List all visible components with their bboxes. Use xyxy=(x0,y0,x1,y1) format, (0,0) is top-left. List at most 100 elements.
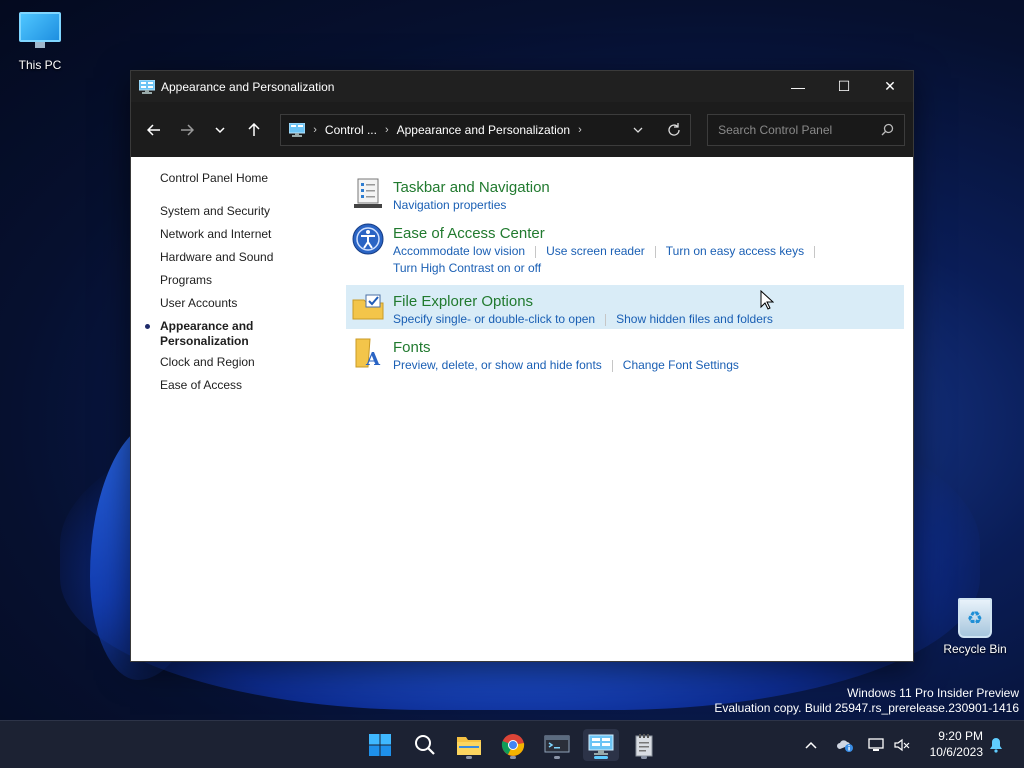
show-hidden-icons-button[interactable] xyxy=(804,721,818,768)
category-links: Accommodate low vision Use screen reader T… xyxy=(393,243,904,277)
clock-date: 10/6/2023 xyxy=(929,745,983,759)
start-icon xyxy=(369,734,391,756)
refresh-icon[interactable] xyxy=(666,122,682,138)
running-indicator xyxy=(466,756,472,759)
evaluation-watermark: Windows 11 Pro Insider Preview Evaluatio… xyxy=(714,686,1019,716)
taskbar-file-explorer[interactable] xyxy=(453,729,485,761)
search-placeholder: Search Control Panel xyxy=(718,122,833,137)
tray-volume[interactable] xyxy=(894,721,910,768)
high-contrast-link[interactable]: Turn High Contrast on or off xyxy=(393,260,541,277)
nav-appearance-personalization[interactable]: Appearance and Personalization xyxy=(145,319,270,349)
nav-system-security[interactable]: System and Security xyxy=(160,204,340,219)
breadcrumb-separator: › xyxy=(313,123,317,136)
active-indicator xyxy=(594,756,608,759)
up-button[interactable] xyxy=(239,115,268,145)
category-title[interactable]: File Explorer Options xyxy=(393,285,904,311)
preview-fonts-link[interactable]: Preview, delete, or show and hide fonts xyxy=(393,357,602,374)
category-links: Specify single- or double-click to open S… xyxy=(393,311,904,328)
taskbar-control-panel[interactable] xyxy=(583,729,619,761)
nav-hardware-sound[interactable]: Hardware and Sound xyxy=(160,250,340,265)
category-title[interactable]: Taskbar and Navigation xyxy=(393,171,904,197)
control-panel-window: Appearance and Personalization — ☐ ✕ › C… xyxy=(130,70,914,662)
category-title[interactable]: Ease of Access Center xyxy=(393,217,904,243)
chevron-down-icon xyxy=(215,126,225,133)
recent-locations-button[interactable] xyxy=(206,115,235,145)
nav-ease-of-access[interactable]: Ease of Access xyxy=(160,378,340,393)
maximize-button[interactable]: ☐ xyxy=(821,71,867,102)
bell-icon xyxy=(990,738,1002,753)
chevron-up-icon xyxy=(805,741,817,749)
navigation-bar: › Control ... › Appearance and Personali… xyxy=(131,102,913,157)
breadcrumb-control-panel[interactable]: Control ... xyxy=(325,123,377,137)
taskbar-chrome[interactable] xyxy=(497,729,529,761)
desktop-icon-label: Recycle Bin xyxy=(943,642,1007,656)
window-title: Appearance and Personalization xyxy=(161,79,335,94)
category-links: Preview, delete, or show and hide fonts C… xyxy=(393,357,904,374)
tray-network[interactable] xyxy=(868,721,886,768)
desktop-icon-recycle-bin[interactable]: ♻ Recycle Bin xyxy=(935,598,1015,656)
back-arrow-icon xyxy=(146,123,160,136)
left-navigation: Control Panel Home System and Security N… xyxy=(145,171,340,401)
search-icon[interactable] xyxy=(881,123,894,136)
nav-user-accounts[interactable]: User Accounts xyxy=(160,296,340,311)
use-screen-reader-link[interactable]: Use screen reader xyxy=(546,243,645,260)
fonts-icon: A xyxy=(355,338,381,369)
navigation-properties-link[interactable]: Navigation properties xyxy=(393,197,506,214)
start-button[interactable] xyxy=(364,729,396,761)
desktop-icon-this-pc[interactable]: This PC xyxy=(0,12,80,72)
category-links: Navigation properties xyxy=(393,197,904,214)
control-panel-home-link[interactable]: Control Panel Home xyxy=(160,171,340,186)
svg-text:A: A xyxy=(365,349,381,369)
taskbar-notepad[interactable] xyxy=(628,729,660,761)
back-button[interactable] xyxy=(139,115,168,145)
recycle-bin-icon: ♻ xyxy=(958,598,992,638)
monitor-icon xyxy=(19,12,61,48)
notepad-icon xyxy=(635,734,653,757)
nav-clock-region[interactable]: Clock and Region xyxy=(160,355,340,370)
ease-of-access-icon xyxy=(352,223,384,255)
address-dropdown-icon[interactable] xyxy=(632,124,644,136)
minimize-button[interactable]: — xyxy=(775,71,821,102)
accommodate-low-vision-link[interactable]: Accommodate low vision xyxy=(393,243,525,260)
show-hidden-files-link[interactable]: Show hidden files and folders xyxy=(616,311,773,328)
file-explorer-icon xyxy=(457,737,481,755)
close-button[interactable]: ✕ xyxy=(867,71,913,102)
volume-muted-icon xyxy=(894,738,910,752)
breadcrumb-appearance[interactable]: Appearance and Personalization xyxy=(397,123,570,137)
category-title[interactable]: Fonts xyxy=(393,331,904,357)
clock-time: 9:20 PM xyxy=(938,729,983,743)
mouse-cursor-icon xyxy=(760,290,774,310)
change-font-settings-link[interactable]: Change Font Settings xyxy=(623,357,739,374)
notification-button[interactable] xyxy=(988,721,1004,768)
control-panel-icon xyxy=(588,734,614,755)
breadcrumb-separator[interactable]: › xyxy=(578,124,582,136)
tray-onedrive[interactable] xyxy=(836,721,854,768)
taskbar-icon xyxy=(354,178,382,208)
content-area: Control Panel Home System and Security N… xyxy=(131,157,913,661)
search-box[interactable]: Search Control Panel xyxy=(707,113,905,146)
category-ease-of-access: Ease of Access Center Accommodate low vi… xyxy=(346,217,904,279)
running-indicator xyxy=(641,756,647,759)
address-bar[interactable]: › Control ... › Appearance and Personali… xyxy=(280,113,692,146)
search-icon xyxy=(415,735,435,755)
taskbar-terminal[interactable] xyxy=(541,729,573,761)
watermark-line2: Evaluation copy. Build 25947.rs_prerelea… xyxy=(714,701,1019,715)
title-bar[interactable]: Appearance and Personalization — ☐ ✕ xyxy=(131,71,913,102)
taskbar-clock[interactable]: 9:20 PM 10/6/2023 xyxy=(930,728,983,760)
easy-access-keys-link[interactable]: Turn on easy access keys xyxy=(666,243,804,260)
desktop-icon-label: This PC xyxy=(18,58,62,72)
nav-network-internet[interactable]: Network and Internet xyxy=(160,227,340,242)
network-icon xyxy=(868,738,884,751)
taskbar-search-button[interactable] xyxy=(409,729,441,761)
forward-arrow-icon xyxy=(180,123,194,136)
watermark-line1: Windows 11 Pro Insider Preview xyxy=(847,686,1019,700)
control-panel-icon xyxy=(139,79,155,94)
forward-button[interactable] xyxy=(172,115,201,145)
nav-programs[interactable]: Programs xyxy=(160,273,340,288)
category-file-explorer-options: File Explorer Options Specify single- or… xyxy=(346,285,904,329)
running-indicator xyxy=(554,756,560,759)
cloud-info-icon xyxy=(837,740,853,752)
single-double-click-link[interactable]: Specify single- or double-click to open xyxy=(393,311,595,328)
running-indicator xyxy=(510,756,516,759)
up-arrow-icon xyxy=(248,122,260,136)
